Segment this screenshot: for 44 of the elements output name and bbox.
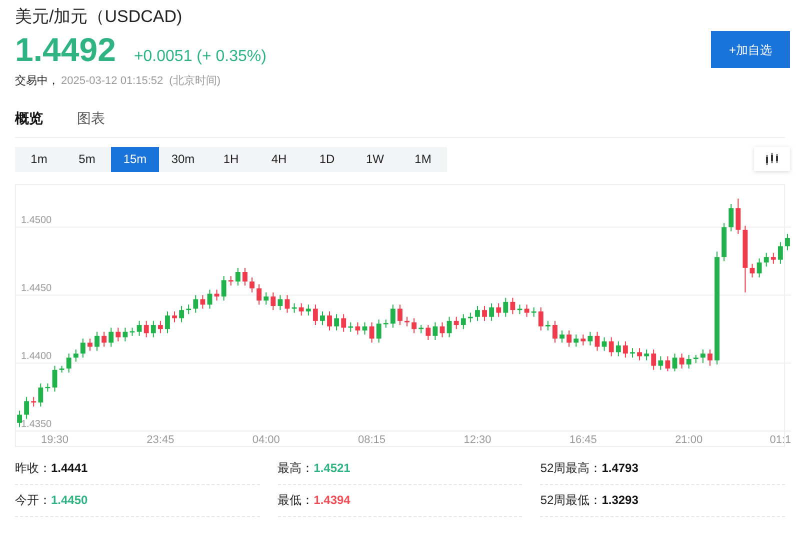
- price-value: 1.4492: [15, 32, 116, 68]
- tab[interactable]: 图表: [77, 108, 105, 128]
- stat-value: 1.4521: [314, 460, 350, 477]
- x-axis-label: 19:30: [40, 434, 69, 446]
- period-tab[interactable]: 1M: [399, 146, 447, 172]
- stat-label: 最高：: [278, 460, 314, 477]
- period-tab[interactable]: 1m: [15, 146, 63, 172]
- candlestick-icon: [765, 153, 779, 165]
- timezone-label: (北京时间): [169, 74, 220, 89]
- x-axis-label: 12:30: [464, 434, 492, 446]
- stat-value: 1.4450: [51, 492, 88, 509]
- x-axis-label: 08:15: [358, 434, 386, 446]
- x-axis-label: 04:00: [252, 434, 280, 446]
- stat-value: 1.4441: [51, 460, 88, 477]
- period-tab[interactable]: 30m: [159, 146, 207, 172]
- stat-label: 最低：: [278, 492, 314, 509]
- y-axis-label: 1.4450: [21, 282, 52, 294]
- x-axis-label: 23:45: [146, 434, 174, 446]
- x-axis-label: 16:45: [569, 434, 597, 446]
- stat-label: 52周最低：: [540, 492, 602, 509]
- period-tab[interactable]: 5m: [63, 146, 111, 172]
- y-axis-label: 1.4350: [21, 418, 52, 430]
- stat-value: 1.4793: [602, 460, 638, 477]
- x-axis-label: 01:1: [770, 434, 791, 446]
- period-tab[interactable]: 1D: [303, 146, 351, 172]
- x-axis-label: 21:00: [675, 434, 703, 446]
- stat-value: 1.3293: [602, 492, 638, 509]
- stat-value: 1.4394: [314, 492, 350, 509]
- timestamp: 2025-03-12 01:15:52: [61, 74, 164, 89]
- pair-title: 美元/加元（USDCAD): [15, 6, 184, 28]
- add-watchlist-button[interactable]: +加自选: [711, 31, 790, 68]
- period-tab[interactable]: 15m: [111, 146, 159, 172]
- y-axis-label: 1.4400: [21, 350, 52, 362]
- period-tab[interactable]: 1W: [351, 146, 399, 172]
- tab[interactable]: 概览: [15, 108, 43, 128]
- price-change: +0.0051 (+ 0.35%): [134, 47, 266, 67]
- stat-label: 52周最高：: [540, 460, 602, 477]
- y-axis-label: 1.4500: [21, 214, 52, 226]
- stat-label: 昨收：: [15, 460, 51, 477]
- period-tab[interactable]: 1H: [207, 146, 255, 172]
- trading-status: 交易中，: [15, 74, 59, 89]
- chart-type-button[interactable]: [754, 147, 790, 171]
- stat-label: 今开：: [15, 492, 51, 509]
- period-tab[interactable]: 4H: [255, 146, 303, 172]
